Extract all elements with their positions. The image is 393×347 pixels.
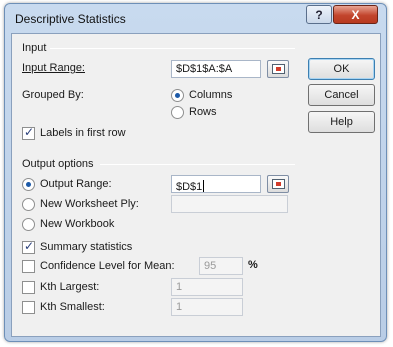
kth-smallest-label: Kth Smallest: — [40, 301, 105, 313]
confidence-level-label: Confidence Level for Mean: — [40, 260, 175, 272]
kth-smallest-checkbox[interactable] — [22, 301, 35, 314]
output-range-field[interactable]: $D$1 — [171, 175, 261, 193]
rows-radio[interactable] — [171, 106, 184, 119]
columns-radio-label: Columns — [189, 89, 233, 101]
output-range-collapse-button[interactable] — [267, 175, 289, 193]
kth-largest-label: Kth Largest: — [40, 281, 100, 293]
new-workbook-radio[interactable] — [22, 218, 35, 231]
input-group-divider — [50, 48, 295, 49]
new-worksheet-radio[interactable] — [22, 198, 35, 211]
output-range-radio[interactable] — [22, 178, 35, 191]
input-range-field[interactable]: $D$1$A:$A — [171, 60, 261, 78]
labels-first-row-checkbox[interactable] — [22, 125, 35, 140]
new-worksheet-field[interactable] — [171, 195, 288, 213]
kth-largest-checkbox[interactable] — [22, 281, 35, 294]
confidence-level-checkbox[interactable] — [22, 260, 35, 273]
input-range-label: Input Range: — [22, 62, 85, 74]
text-cursor — [203, 180, 205, 192]
dialog-body: Input Input Range: $D$1$A:$A Grouped By:… — [11, 33, 381, 337]
title-help-button[interactable]: ? — [306, 5, 332, 24]
grouped-by-label: Grouped By: — [22, 89, 84, 101]
cancel-button[interactable]: Cancel — [308, 84, 375, 106]
dialog-title: Descriptive Statistics — [15, 12, 126, 26]
summary-statistics-label: Summary statistics — [40, 241, 133, 253]
output-range-value: $D$1 — [176, 181, 203, 193]
rows-radio-label: Rows — [189, 106, 217, 118]
close-icon: X — [351, 7, 360, 22]
close-button[interactable]: X — [333, 5, 378, 24]
confidence-level-field[interactable]: 95 — [199, 257, 243, 275]
output-range-label: Output Range: — [40, 178, 112, 190]
labels-first-row-label: Labels in first row — [40, 127, 126, 139]
kth-smallest-field[interactable]: 1 — [171, 298, 243, 316]
help-button[interactable]: Help — [308, 111, 375, 133]
output-group-divider — [100, 164, 295, 165]
new-workbook-label: New Workbook — [40, 218, 115, 230]
descriptive-statistics-dialog: Descriptive Statistics ? X Input Input R… — [4, 3, 387, 342]
input-range-collapse-button[interactable] — [267, 60, 289, 78]
percent-sign: % — [248, 259, 258, 271]
input-range-label-text: Input Range: — [22, 62, 85, 74]
range-select-icon — [272, 64, 285, 74]
input-group-label: Input — [22, 42, 47, 54]
output-options-group-label: Output options — [22, 158, 94, 170]
kth-largest-field[interactable]: 1 — [171, 278, 243, 296]
columns-radio[interactable] — [171, 89, 184, 102]
summary-statistics-checkbox[interactable] — [22, 239, 35, 254]
range-select-icon — [272, 179, 285, 189]
question-mark-icon: ? — [315, 7, 323, 22]
new-worksheet-label: New Worksheet Ply: — [40, 198, 139, 210]
ok-button[interactable]: OK — [308, 58, 375, 80]
